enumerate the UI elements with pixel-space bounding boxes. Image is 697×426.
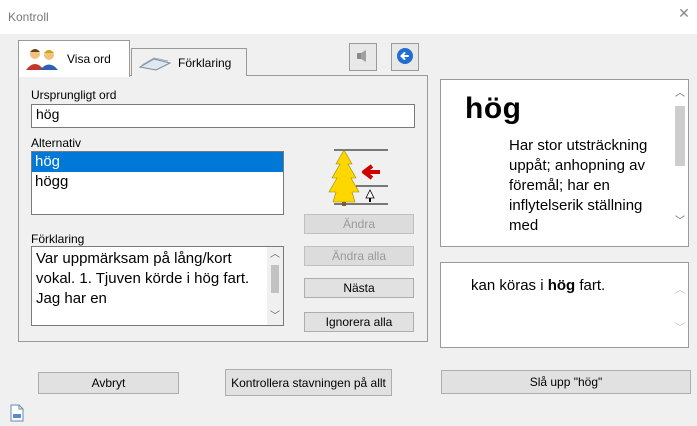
people-icon <box>25 46 61 73</box>
explanation-label: Förklaring <box>31 232 85 246</box>
tab-explanation[interactable]: Förklaring <box>131 48 247 76</box>
dictionary-scrollbar[interactable]: ︿ ﹀ <box>672 80 688 246</box>
scroll-thumb[interactable] <box>271 265 279 293</box>
change-all-button[interactable]: Ändra alla <box>304 246 414 266</box>
scroll-thumb[interactable] <box>675 106 685 166</box>
scroll-down-icon[interactable]: ﹀ <box>267 309 283 325</box>
explanation-body: Var uppmärksam på lång/kort vokal. 1. Tj… <box>36 250 250 307</box>
status-bar <box>0 400 697 426</box>
example-keyword: hög <box>547 277 576 294</box>
document-icon <box>10 404 24 425</box>
explanation-scrollbar[interactable]: ︿ ﹀ <box>267 247 283 325</box>
example-text: kan köras i hög fart. <box>471 277 605 294</box>
scroll-down-icon[interactable]: ﹀ <box>672 321 688 337</box>
ignore-all-button[interactable]: Ignorera alla <box>304 312 414 332</box>
scroll-up-icon[interactable]: ︿ <box>267 247 283 263</box>
scroll-up-icon[interactable]: ︿ <box>672 283 688 299</box>
scroll-up-icon[interactable]: ︿ <box>672 86 688 102</box>
close-button[interactable]: ✕ <box>677 6 691 20</box>
original-word-label: Ursprungligt ord <box>31 88 117 102</box>
example-before: kan köras i <box>471 277 548 294</box>
lookup-button[interactable]: Slå upp "hög" <box>441 370 691 394</box>
dictionary-headword: hög <box>465 92 522 125</box>
window-title: Kontroll <box>8 10 49 24</box>
original-word-input[interactable]: hög <box>31 104 415 128</box>
change-button[interactable]: Ändra <box>304 214 414 234</box>
tab-explanation-label: Förklaring <box>178 55 232 70</box>
speaker-icon <box>355 48 371 67</box>
speak-button[interactable] <box>349 43 377 71</box>
scroll-down-icon[interactable]: ﹀ <box>672 214 688 230</box>
alternatives-label: Alternativ <box>31 136 82 150</box>
book-icon <box>138 51 172 74</box>
list-item[interactable]: hög <box>32 152 283 172</box>
example-panel: kan köras i hög fart. ︿ ﹀ <box>440 262 689 348</box>
tab-show-word-label: Visa ord <box>67 52 111 66</box>
back-button[interactable] <box>391 43 419 71</box>
explanation-text: Var uppmärksam på lång/kort vokal. 1. Tj… <box>31 246 284 326</box>
example-after: fart. <box>575 277 606 294</box>
dictionary-panel: hög Har stor utsträckning uppåt; anhopni… <box>440 79 689 247</box>
next-button[interactable]: Nästa <box>304 278 414 298</box>
check-all-button[interactable]: Kontrollera stavningen på allt <box>225 369 392 396</box>
alternatives-list[interactable]: hög högg <box>31 151 284 215</box>
cancel-button[interactable]: Avbryt <box>38 372 179 394</box>
tab-show-word[interactable]: Visa ord <box>18 40 130 77</box>
height-illustration <box>322 144 390 210</box>
list-item[interactable]: högg <box>32 172 283 192</box>
dictionary-definition: Har stor utsträckning uppåt; anhopning a… <box>509 137 648 234</box>
back-arrow-icon <box>396 47 414 68</box>
